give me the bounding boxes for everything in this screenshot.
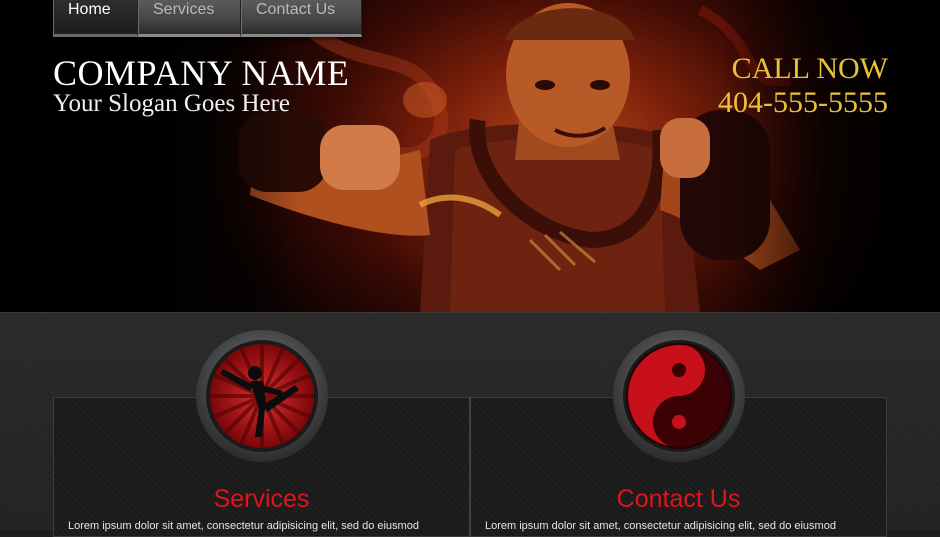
martial-artist-kick-icon[interactable]: [195, 329, 329, 463]
services-panel-title[interactable]: Services: [54, 485, 469, 514]
hero-banner: COMPANY NAME Your Slogan Goes Here CALL …: [0, 0, 940, 312]
phone-number[interactable]: 404-555-5555: [718, 86, 888, 120]
main-nav: Home Services Contact Us: [53, 0, 362, 37]
contact-panel-text: Lorem ipsum dolor sit amet, consectetur …: [485, 520, 836, 532]
feature-panels: Services Lorem ipsum dolor sit amet, con…: [53, 397, 887, 537]
company-name: COMPANY NAME: [53, 53, 350, 93]
company-slogan: Your Slogan Goes Here: [53, 90, 291, 117]
nav-item-services[interactable]: Services: [138, 0, 241, 37]
yin-yang-icon[interactable]: [612, 329, 746, 463]
nav-item-contact-us[interactable]: Contact Us: [241, 0, 362, 37]
content-section: Services Lorem ipsum dolor sit amet, con…: [0, 312, 940, 537]
contact-panel-title[interactable]: Contact Us: [471, 485, 886, 514]
nav-item-home[interactable]: Home: [53, 0, 138, 37]
services-panel-text: Lorem ipsum dolor sit amet, consectetur …: [68, 520, 419, 532]
call-now-label: CALL NOW: [731, 52, 888, 85]
